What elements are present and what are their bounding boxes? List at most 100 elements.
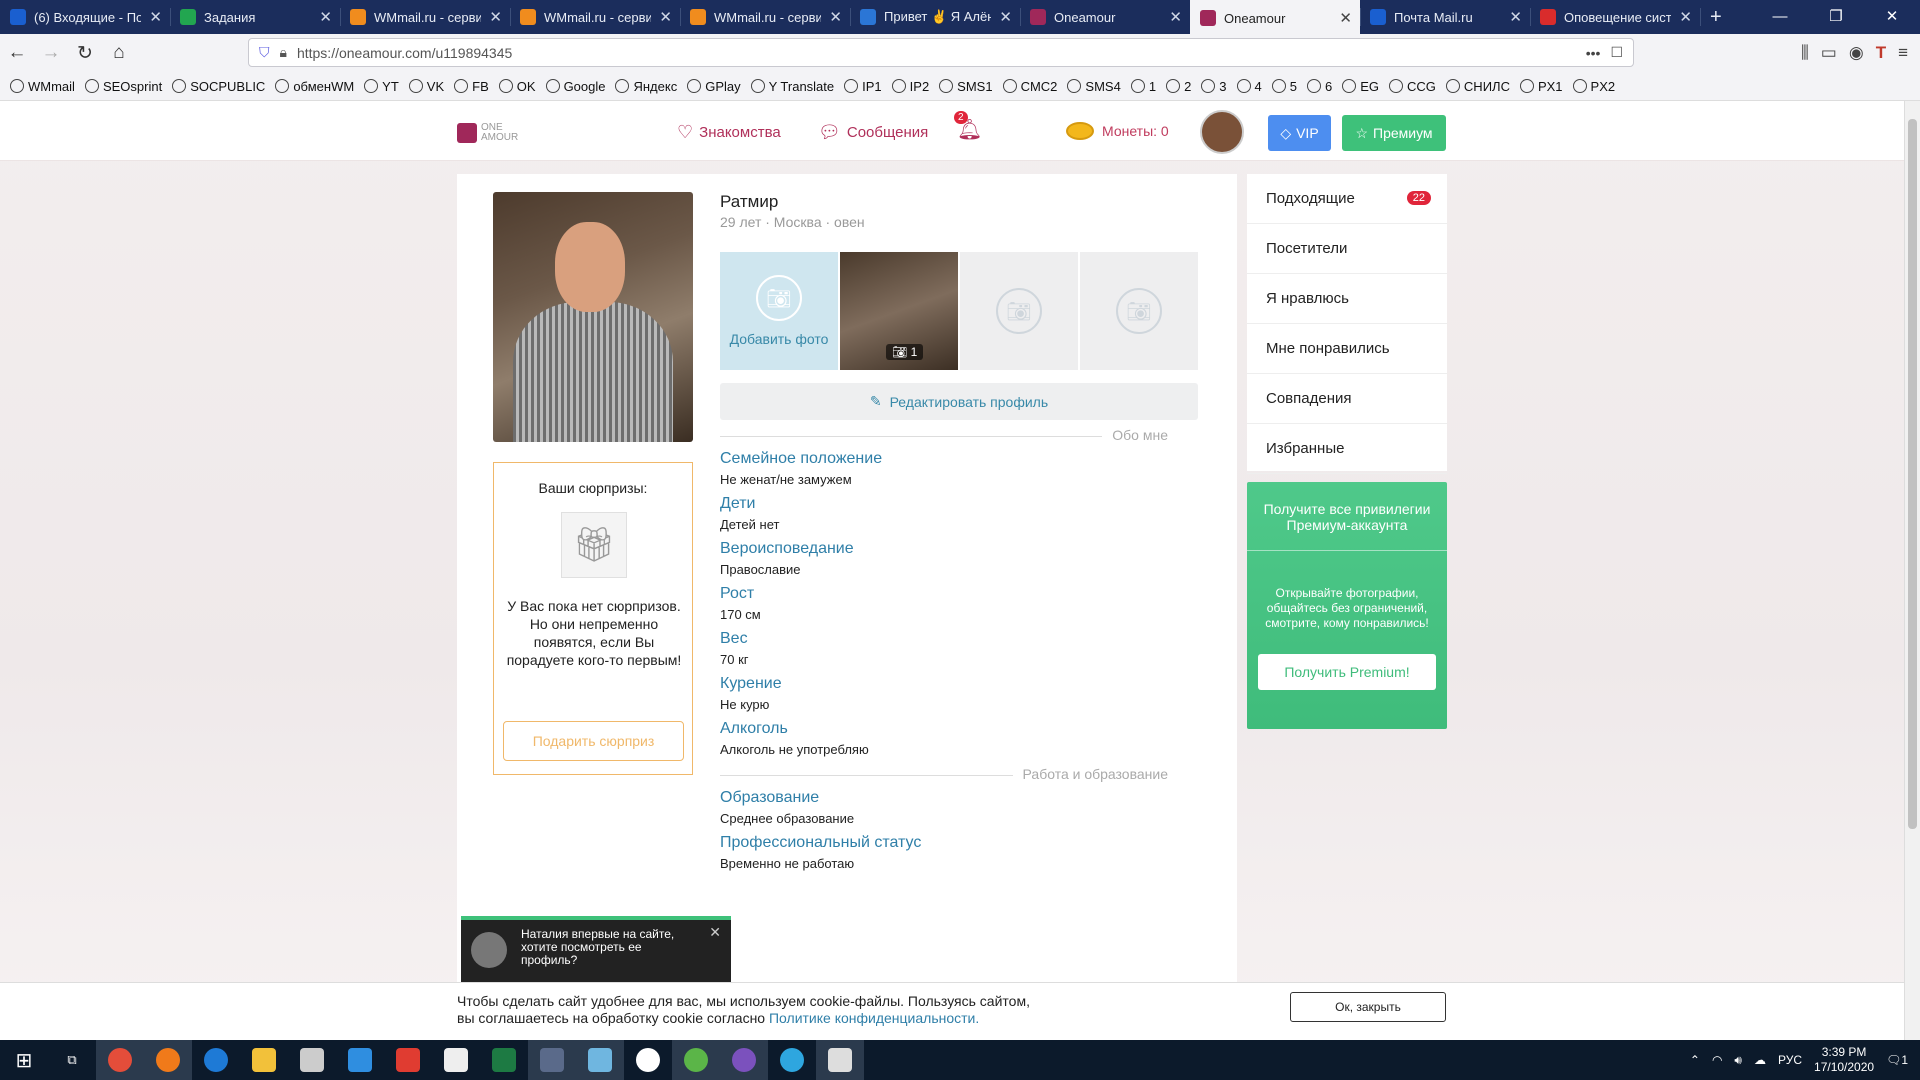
firefox-icon[interactable] xyxy=(144,1040,192,1080)
close-tab-icon[interactable]: ✕ xyxy=(319,8,332,26)
cookie-ok-button[interactable]: Ок, закрыть xyxy=(1290,992,1446,1022)
volume-icon[interactable]: 🔊︎ xyxy=(1734,1053,1742,1068)
onedrive-icon[interactable]: ☁ xyxy=(1754,1053,1766,1067)
close-tab-icon[interactable]: ✕ xyxy=(999,8,1012,26)
bookmark-item[interactable]: 3 xyxy=(1201,79,1227,94)
bookmark-item[interactable]: СНИЛС xyxy=(1445,79,1510,94)
url-text[interactable]: https://oneamour.com/u119894345 xyxy=(297,45,512,61)
bookmark-item[interactable]: 1 xyxy=(1130,79,1156,94)
tray-arrow-icon[interactable]: ⌃ xyxy=(1690,1053,1700,1067)
notifications-button[interactable]: 🔔︎ 2 xyxy=(954,111,982,142)
add-photo-button[interactable]: 📷︎ Добавить фото xyxy=(720,252,838,370)
utorrent-icon[interactable] xyxy=(672,1040,720,1080)
bookmark-item[interactable]: 4 xyxy=(1236,79,1262,94)
coins-balance[interactable]: Монеты: 0 xyxy=(1066,122,1169,140)
bookmark-item[interactable]: VK xyxy=(408,79,444,94)
bookmark-item[interactable]: PX1 xyxy=(1519,79,1563,94)
yandex-browser-icon[interactable] xyxy=(384,1040,432,1080)
extension-icon[interactable]: T xyxy=(1876,43,1886,63)
close-icon[interactable]: ✕ xyxy=(709,924,721,941)
site-logo[interactable]: ONE AMOUR xyxy=(457,123,518,143)
nav-dating-link[interactable]: ♡ Знакомства xyxy=(677,122,781,143)
close-tab-icon[interactable]: ✕ xyxy=(489,8,502,26)
bookmark-item[interactable]: CCG xyxy=(1389,79,1436,94)
bookmark-item[interactable]: 2 xyxy=(1166,79,1191,94)
bookmark-item[interactable]: SOCPUBLIC xyxy=(172,79,265,94)
sidebar-icon[interactable]: ▭ xyxy=(1821,43,1837,63)
browser-tab[interactable]: Оповещение систем ✕ xyxy=(1530,0,1700,34)
bookmark-item[interactable]: IP2 xyxy=(891,79,929,94)
bookmark-item[interactable]: FB xyxy=(454,79,489,94)
new-tab-button[interactable]: + xyxy=(1700,0,1740,34)
side-menu-item[interactable]: Избранные xyxy=(1247,424,1447,474)
profile-photo[interactable] xyxy=(493,192,693,442)
bookmark-item[interactable]: WMmail xyxy=(10,79,75,94)
give-surprise-button[interactable]: Подарить сюрприз xyxy=(503,721,684,761)
side-menu-item[interactable]: Мне понравились xyxy=(1247,324,1447,374)
bookmark-item[interactable]: CMC2 xyxy=(1002,79,1057,94)
edit-profile-button[interactable]: ✎ Редактировать профиль xyxy=(720,383,1198,420)
bookmark-item[interactable]: EG xyxy=(1342,79,1379,94)
bookmark-item[interactable]: SMS4 xyxy=(1067,79,1121,94)
browser-tab[interactable]: WMmail.ru - сервис ✕ xyxy=(510,0,680,34)
browser-tab[interactable]: Oneamour ✕ xyxy=(1190,0,1360,36)
bookmark-item[interactable]: IP1 xyxy=(844,79,882,94)
page-actions-icon[interactable]: ••• xyxy=(1586,45,1601,61)
bookmark-item[interactable]: Яндекс xyxy=(615,79,677,94)
telegram-icon[interactable] xyxy=(768,1040,816,1080)
user-avatar[interactable] xyxy=(1200,110,1244,154)
side-menu-item[interactable]: Я нравлюсь xyxy=(1247,274,1447,324)
close-tab-icon[interactable]: ✕ xyxy=(659,8,672,26)
popup-avatar[interactable] xyxy=(471,932,507,968)
reload-icon[interactable]: ↻ xyxy=(68,38,102,68)
bookmark-item[interactable]: PX2 xyxy=(1572,79,1615,94)
page-scrollbar[interactable] xyxy=(1904,101,1920,1040)
lock-icon[interactable]: 🔒︎ xyxy=(280,44,287,61)
bookmark-item[interactable]: SMS1 xyxy=(939,79,993,94)
close-window-icon[interactable]: ✕ xyxy=(1864,0,1920,34)
bookmark-item[interactable]: YT xyxy=(364,79,399,94)
empty-photo-slot[interactable]: 📷︎ xyxy=(1080,252,1198,370)
bookmark-item[interactable]: обменWM xyxy=(275,79,354,94)
calculator-icon[interactable] xyxy=(528,1040,576,1080)
home-icon[interactable]: ⌂ xyxy=(102,38,136,68)
privacy-policy-link[interactable]: Политике конфиденциальности. xyxy=(769,1010,979,1026)
pocket-icon[interactable]: ☐ xyxy=(1610,44,1623,61)
minimize-icon[interactable]: — xyxy=(1752,0,1808,34)
start-icon[interactable]: ⊞ xyxy=(0,1040,48,1080)
yandex-icon[interactable] xyxy=(624,1040,672,1080)
bookmark-item[interactable]: GPlay xyxy=(687,79,741,94)
scrollbar-thumb[interactable] xyxy=(1908,119,1917,829)
bookmark-item[interactable]: SEOsprint xyxy=(84,79,162,94)
file-explorer-icon[interactable] xyxy=(240,1040,288,1080)
new-user-popup[interactable]: Наталия впервые на сайте, хотите посмотр… xyxy=(461,916,731,982)
close-tab-icon[interactable]: ✕ xyxy=(1169,8,1182,26)
notepad-icon[interactable] xyxy=(432,1040,480,1080)
bookmark-item[interactable]: OK xyxy=(498,79,536,94)
excel-icon[interactable] xyxy=(480,1040,528,1080)
task-view-icon[interactable]: ⧉ xyxy=(48,1040,96,1080)
browser-tab[interactable]: WMmail.ru - сервис ✕ xyxy=(340,0,510,34)
restore-icon[interactable]: ❐ xyxy=(1808,0,1864,34)
security-icon[interactable] xyxy=(816,1040,864,1080)
store-icon[interactable] xyxy=(288,1040,336,1080)
get-premium-button[interactable]: Получить Premium! xyxy=(1258,654,1436,690)
wifi-icon[interactable]: ◠ xyxy=(1712,1053,1722,1067)
account-icon[interactable]: ◉ xyxy=(1849,43,1864,63)
bookmark-item[interactable]: 6 xyxy=(1307,79,1332,94)
shield-icon[interactable]: ⛉ xyxy=(259,44,270,61)
action-center-icon[interactable]: 🗨︎1 xyxy=(1886,1053,1908,1067)
forward-icon[interactable]: → xyxy=(34,38,68,68)
close-tab-icon[interactable]: ✕ xyxy=(1509,8,1522,26)
premium-button[interactable]: ☆ Премиум xyxy=(1342,115,1446,151)
empty-photo-slot[interactable]: 📷︎ xyxy=(960,252,1078,370)
gallery-photo[interactable]: 📷︎ 1 xyxy=(840,252,958,370)
back-icon[interactable]: ← xyxy=(0,38,34,68)
language-indicator[interactable]: РУС xyxy=(1778,1053,1802,1067)
bookmark-item[interactable]: Y Translate xyxy=(750,79,834,94)
vip-button[interactable]: ◇ VIP xyxy=(1268,115,1331,151)
browser-tab[interactable]: (6) Входящие - Почта ✕ xyxy=(0,0,170,34)
address-bar[interactable]: ⛉ 🔒︎ https://oneamour.com/u119894345 •••… xyxy=(248,38,1634,67)
clock[interactable]: 3:39 PM 17/10/2020 xyxy=(1814,1045,1874,1075)
bookmark-item[interactable]: Google xyxy=(545,79,605,94)
